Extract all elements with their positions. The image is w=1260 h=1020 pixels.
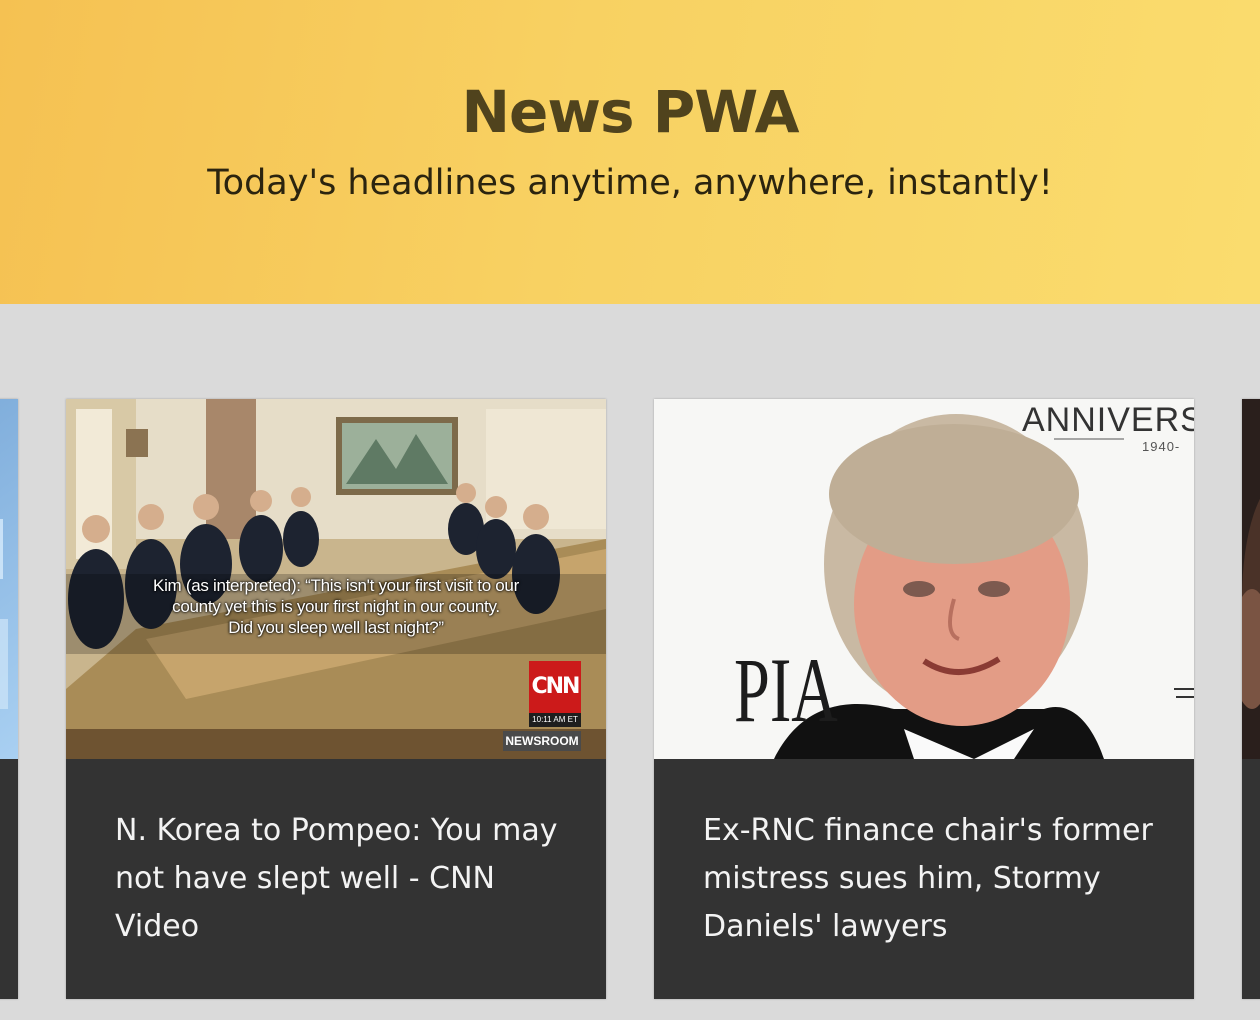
backdrop-banner-text: ANNIVERSA <box>1022 401 1194 439</box>
app-header: News PWA Today's headlines anytime, anyw… <box>0 0 1260 304</box>
video-caption: Kim (as interpreted): “This isn't your f… <box>153 576 519 637</box>
news-card-title[interactable]: N. Korea to Pompeo: You may not have sle… <box>115 807 565 951</box>
backdrop-letters: PIA <box>734 639 838 741</box>
news-card-partial-left[interactable] <box>0 399 18 999</box>
news-card[interactable]: ANNIVERSA 1940- PIA Ex-RNC finance chair… <box>654 399 1194 999</box>
cnn-logo: CNN <box>529 661 581 713</box>
news-card-image <box>0 399 18 759</box>
news-card-image: ANNIVERSA 1940- PIA <box>654 399 1194 759</box>
news-carousel[interactable]: Kim (as interpreted): “This isn't your f… <box>0 304 1260 1020</box>
broadcast-time: 10:11 AM ET <box>529 713 581 727</box>
news-card-partial-right[interactable] <box>1242 399 1260 999</box>
news-card[interactable]: Kim (as interpreted): “This isn't your f… <box>66 399 606 999</box>
app-subtitle: Today's headlines anytime, anywhere, ins… <box>207 163 1053 203</box>
app-title: News PWA <box>461 78 800 146</box>
news-card-image <box>1242 399 1260 759</box>
news-card-title[interactable]: Ex-RNC finance chair's former mistress s… <box>703 807 1153 951</box>
backdrop-banner-year: 1940- <box>1142 439 1181 454</box>
newsroom-badge: NEWSROOM <box>503 731 581 751</box>
news-card-image: Kim (as interpreted): “This isn't your f… <box>66 399 606 759</box>
